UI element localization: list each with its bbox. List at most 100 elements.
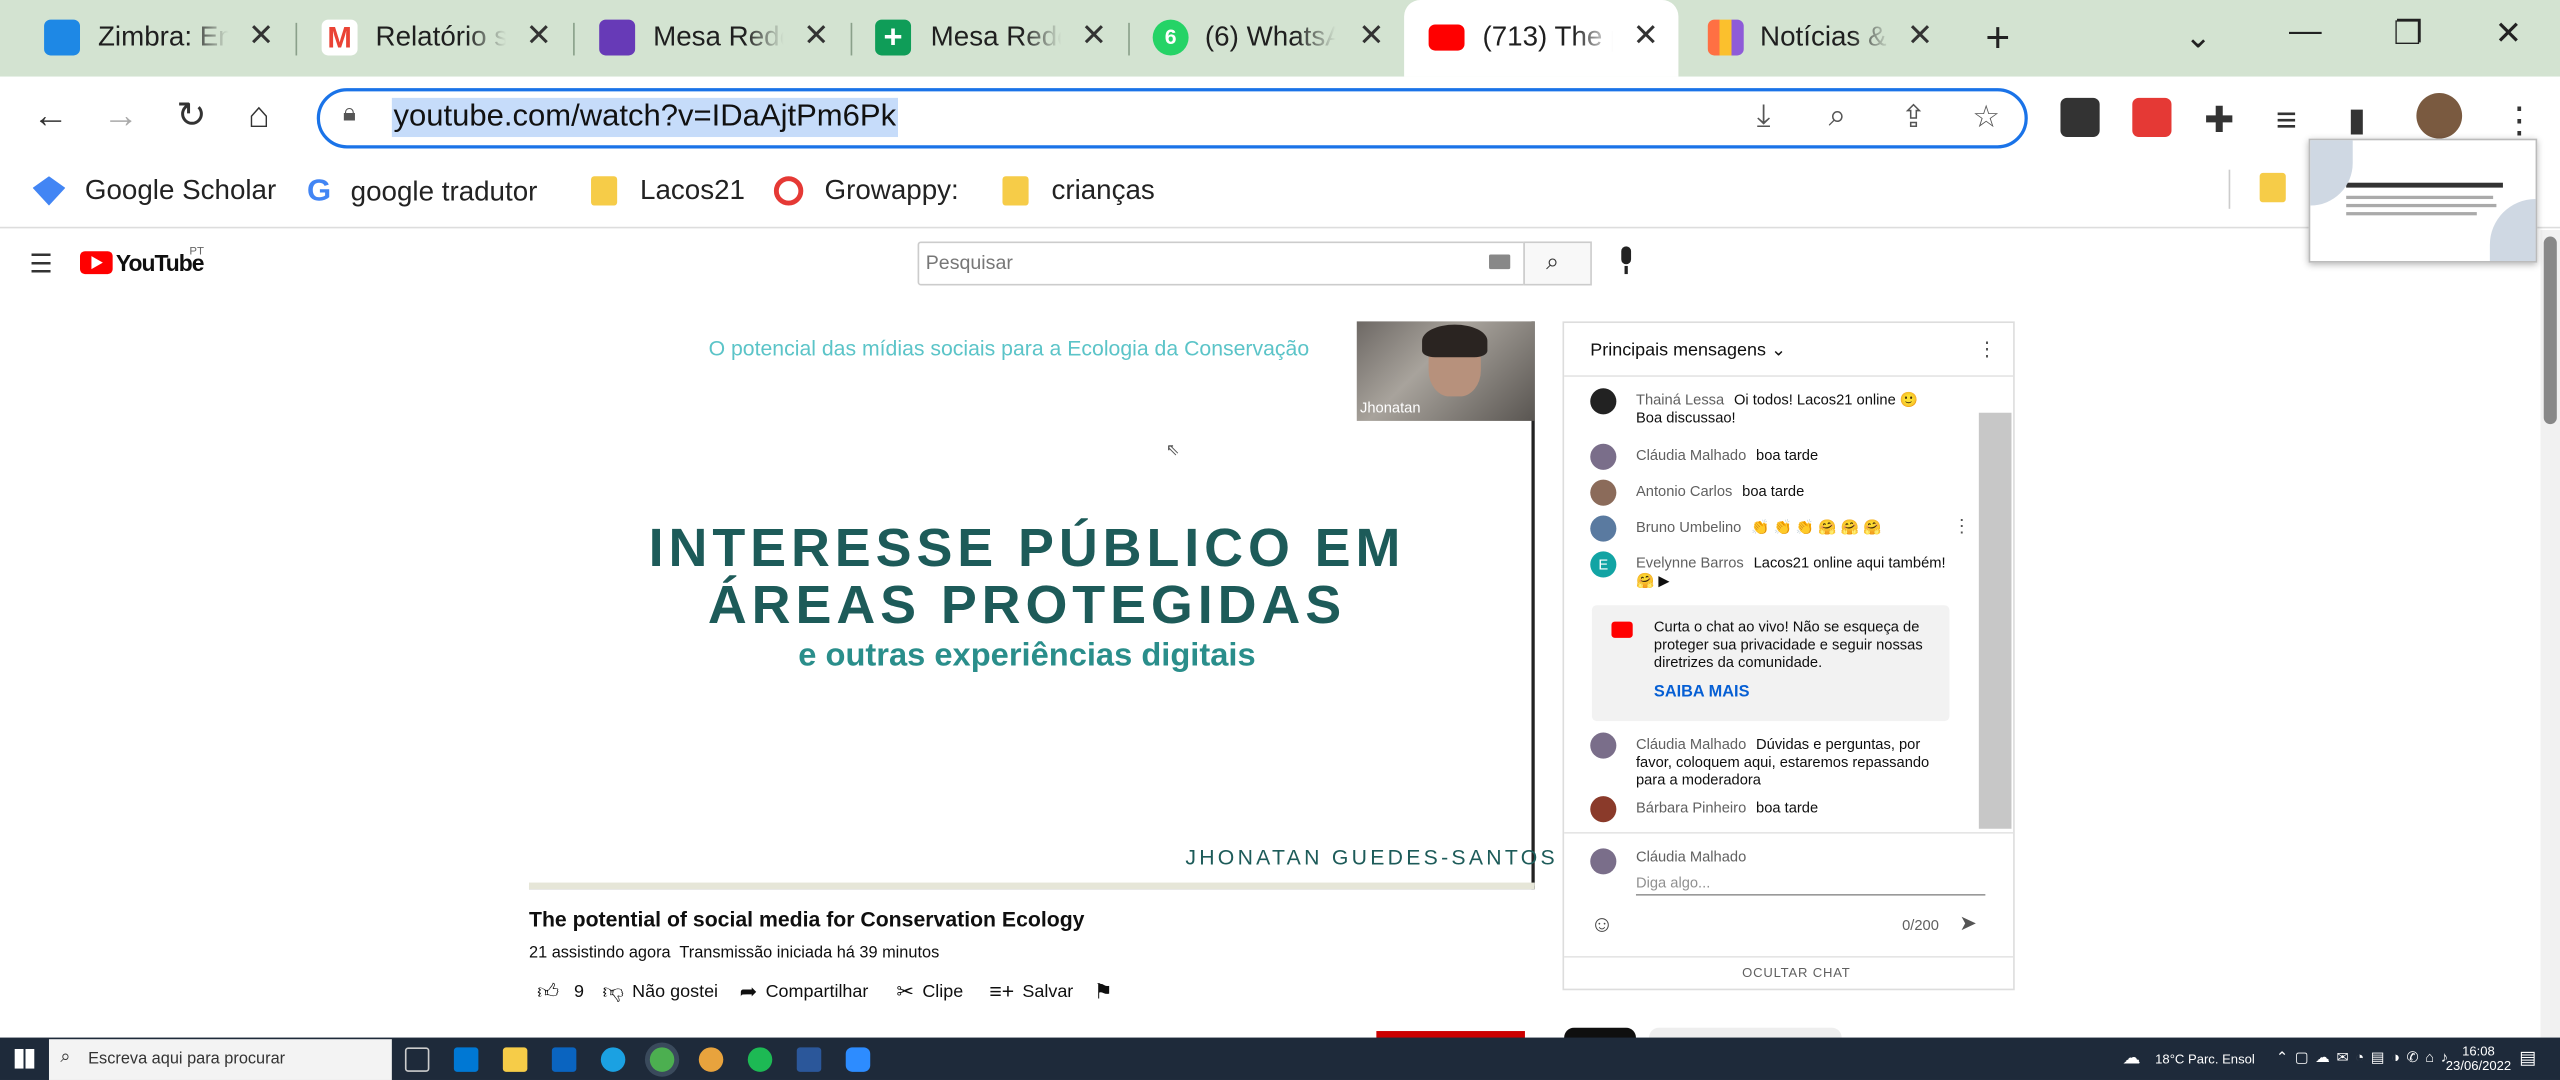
minimize-icon[interactable]: — (2289, 13, 2322, 51)
word-icon[interactable] (796, 1047, 822, 1072)
stream-started: Transmissão iniciada há 39 minutos (679, 944, 940, 963)
save-label: Salvar (1022, 981, 1074, 1001)
bookmark-label: Growappy: (824, 174, 959, 206)
tab-gmail[interactable]: M Relatório si ✕ (297, 0, 571, 77)
chat-notice-text: Curta o chat ao vivo! Não se esqueça de … (1653, 618, 1923, 671)
like-count: 9 (574, 982, 585, 1002)
store-icon[interactable] (453, 1047, 479, 1072)
profile-avatar[interactable] (2416, 92, 2463, 139)
microphone-icon[interactable] (1616, 246, 1636, 275)
extensions-puzzle-icon[interactable]: ✚ (2204, 100, 2234, 142)
bookmark-google-tradutor[interactable]: G google tradutor (307, 175, 537, 211)
spotify-icon[interactable] (747, 1047, 773, 1072)
growappy-icon (773, 176, 804, 206)
chat-mode-dropdown[interactable]: Principais mensagens ⌄ (1590, 339, 1786, 361)
taskbar-clock[interactable]: 16:08 23/06/2022 (2446, 1044, 2511, 1073)
tab-news[interactable]: Notícias & ✕ (1682, 0, 1953, 77)
bookmark-google-scholar[interactable]: Google Scholar (32, 175, 276, 208)
bookmark-growappy[interactable]: Growappy: (773, 174, 959, 208)
home-icon[interactable]: ⌂ (248, 95, 270, 137)
close-icon[interactable]: ✕ (526, 18, 552, 56)
new-tab-button[interactable]: + (1985, 13, 2010, 64)
keyboard-icon[interactable] (1489, 254, 1511, 270)
close-icon[interactable]: ✕ (1907, 18, 1933, 56)
side-panel-icon[interactable]: ▮ (2348, 100, 2366, 141)
clip-button[interactable]: ✂ Clipe (896, 979, 963, 1005)
share-button[interactable]: ➦ Compartilhar (740, 979, 869, 1005)
mail-icon[interactable] (551, 1047, 577, 1072)
task-view-icon[interactable] (404, 1047, 430, 1072)
chat-author: Cláudia Malhado (1635, 735, 1747, 753)
avatar (1590, 796, 1617, 823)
report-button[interactable]: ⚑ (1094, 979, 1113, 1005)
url-text[interactable]: youtube.com/watch?v=IDaAjtPm6Pk (391, 97, 898, 138)
tab-whatsapp[interactable]: 6 (6) WhatsA ✕ (1130, 0, 1401, 77)
forward-icon[interactable]: → (103, 95, 139, 137)
tab-title: (713) The p (1482, 21, 1614, 53)
tab-zimbra[interactable]: Zimbra: Ent ✕ (0, 0, 294, 77)
back-icon[interactable]: ← (33, 95, 69, 137)
close-icon[interactable]: ✕ (1358, 18, 1384, 56)
scissors-icon: ✂ (896, 978, 915, 1004)
close-icon[interactable]: ✕ (248, 18, 274, 56)
bookmark-criancas[interactable]: crianças (1002, 174, 1155, 208)
search-icon: ⌕ (1546, 247, 1559, 275)
close-window-icon[interactable]: ✕ (2495, 13, 2522, 54)
chat-more-icon[interactable]: ⋮ (1977, 338, 1997, 361)
share-icon[interactable]: ⇪ (1900, 100, 1926, 138)
reload-icon[interactable]: ↻ (176, 95, 206, 137)
edge-icon[interactable] (600, 1047, 626, 1072)
tab-youtube-active[interactable]: (713) The p ✕ (1404, 0, 1679, 77)
close-icon[interactable]: ✕ (803, 18, 829, 56)
scholar-icon (32, 176, 66, 206)
slide-subtitle: O potencial das mídias sociais para a Ec… (708, 336, 1310, 361)
tab-hover-preview (2308, 138, 2538, 263)
folder-icon[interactable] (2259, 172, 2286, 203)
message-menu-icon[interactable]: ⋮ (1953, 516, 1971, 537)
zoom-icon[interactable]: ⌕ (1829, 100, 1846, 136)
live-progress-bar[interactable] (528, 882, 1535, 890)
bookmark-star-icon[interactable]: ☆ (1972, 100, 2000, 138)
install-icon[interactable]: ⤓ (1757, 100, 1771, 136)
zoom-app-icon[interactable] (845, 1047, 871, 1072)
menu-dots-icon[interactable]: ⋮ (2501, 100, 2537, 142)
avatar (1590, 479, 1617, 506)
lock-icon[interactable]: 🔒︎ (343, 100, 356, 128)
like-button[interactable]: 👍︎ 9 (537, 979, 584, 1005)
chrome-icon[interactable] (649, 1047, 675, 1072)
tab-forms[interactable]: Mesa Redo ✕ (575, 0, 849, 77)
save-button[interactable]: ≡+ Salvar (989, 979, 1073, 1003)
close-icon[interactable]: ✕ (1081, 18, 1107, 56)
tab-search-icon[interactable]: ⌄ (2185, 16, 2212, 57)
dislike-button[interactable]: 👎︎ Não gostei (602, 979, 718, 1005)
extension-mendeley-icon[interactable] (2132, 97, 2172, 138)
system-tray-icons[interactable]: ⌃▢☁✉◔▤◑✆⌂♪ (2276, 1049, 2455, 1067)
restore-icon[interactable]: ❐ (2394, 13, 2423, 54)
bookmark-lacos21[interactable]: Lacos21 (591, 175, 745, 208)
tab-sheets[interactable]: + Mesa Redo ✕ (852, 0, 1126, 77)
tab-title: Notícias & (1760, 21, 1887, 53)
close-icon[interactable]: ✕ (1633, 18, 1659, 56)
chat-scrollbar[interactable] (1978, 412, 2012, 829)
bookmark-label: crianças (1051, 174, 1155, 206)
weather-text[interactable]: 18°C Parc. Ensol (2155, 1052, 2255, 1067)
emoji-icon[interactable]: ☺ (1590, 910, 1613, 936)
learn-more-link[interactable]: SAIBA MAIS (1654, 684, 1750, 702)
extension-dots-icon[interactable] (2060, 97, 2100, 138)
chat-text: 👏 👏 👏 🤗 🤗 🤗 (1751, 518, 1882, 536)
page-scrollbar-thumb[interactable] (2543, 236, 2557, 425)
tab-title: Mesa Redo (930, 21, 1062, 53)
windows-start-icon[interactable] (14, 1048, 35, 1069)
file-explorer-icon[interactable] (502, 1047, 528, 1072)
send-icon[interactable]: ➤ (1959, 910, 1977, 936)
notifications-icon[interactable]: ▤ (2519, 1047, 2536, 1069)
playlist-add-icon: ≡+ (989, 978, 1015, 1004)
hide-chat-button[interactable]: OCULTAR CHAT (1742, 966, 1850, 981)
folder-icon (1002, 176, 1029, 206)
chat-input[interactable]: Diga algo... (1635, 874, 1986, 896)
app-icon[interactable] (698, 1047, 724, 1072)
slide-author: JHONATAN GUEDES-SANTOS (1185, 845, 1558, 870)
search-placeholder: Pesquisar (925, 251, 1013, 275)
media-queue-icon[interactable]: ≡ (2276, 100, 2297, 142)
hamburger-menu-icon[interactable]: ☰ (29, 248, 52, 281)
